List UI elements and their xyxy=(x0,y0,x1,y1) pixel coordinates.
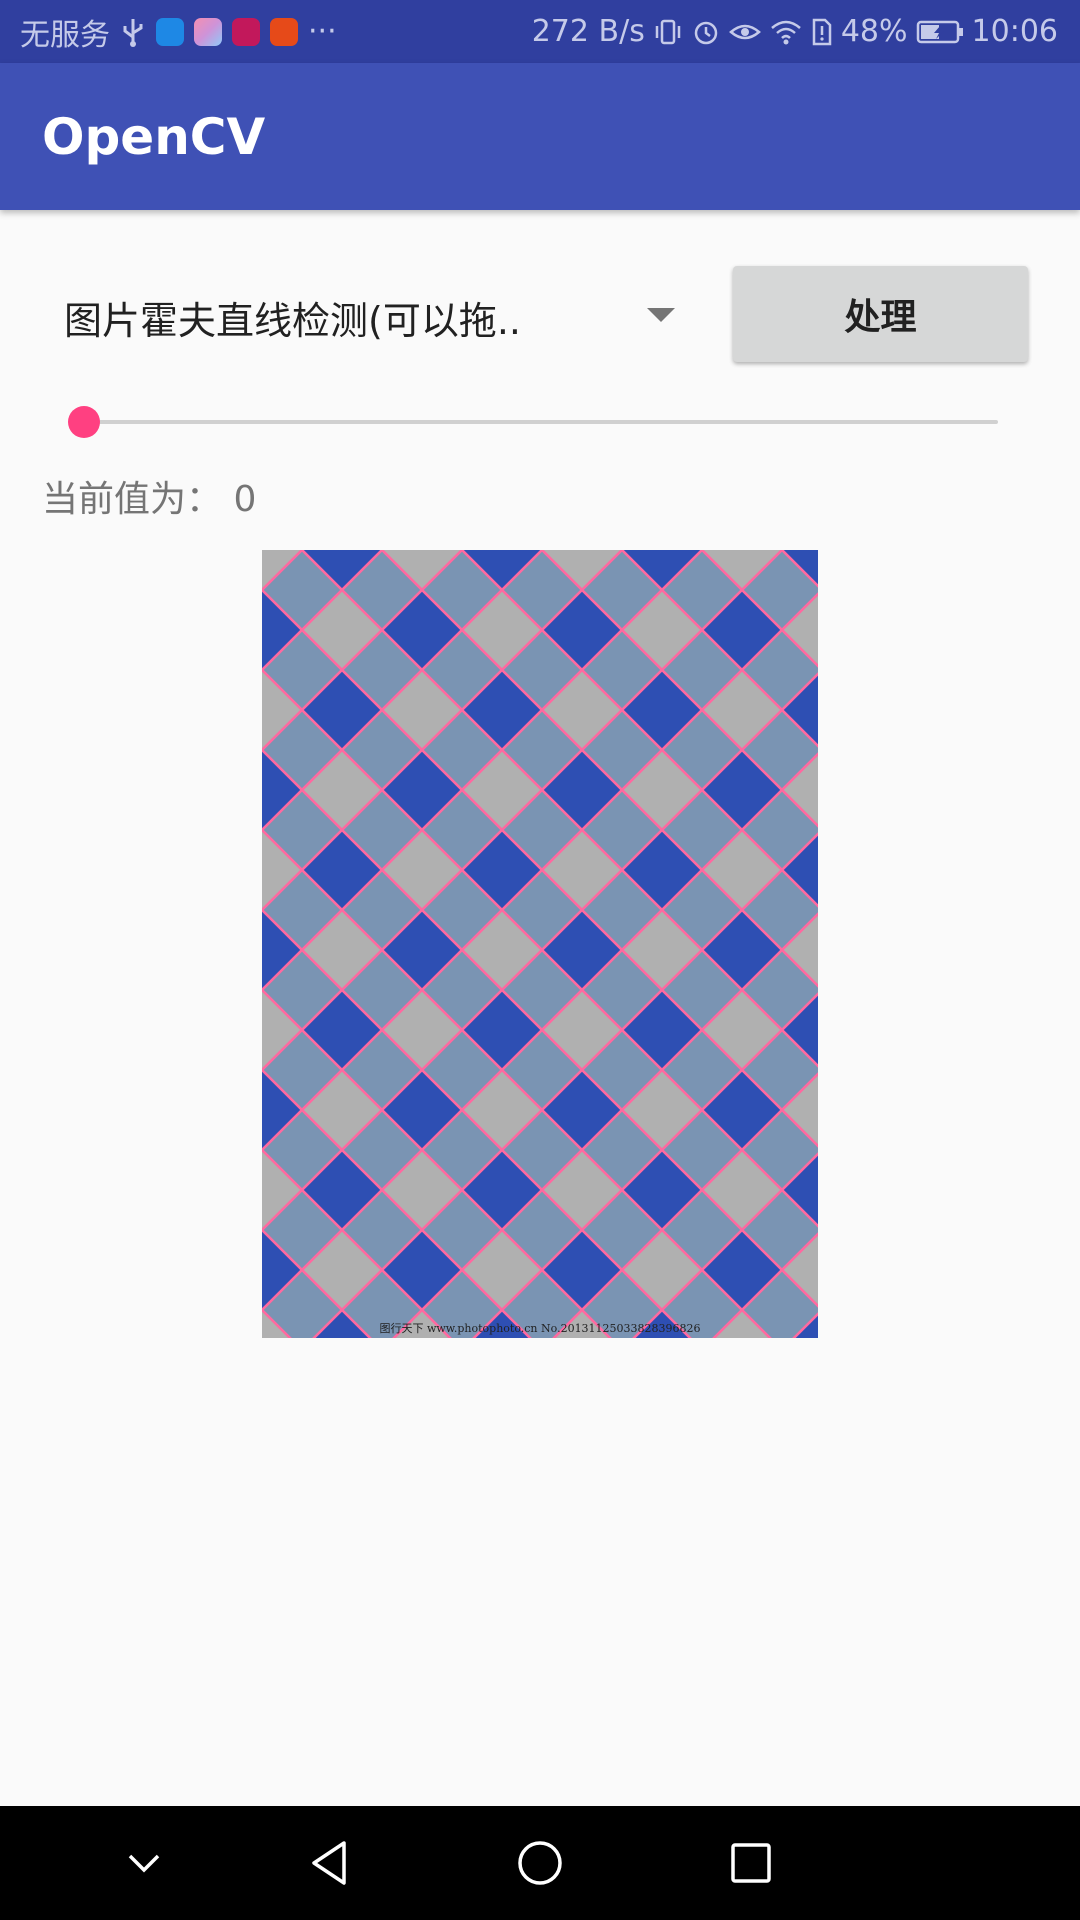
status-left: 无服务 ··· xyxy=(0,0,337,63)
nav-home-button[interactable] xyxy=(480,1806,600,1920)
nav-collapse-button[interactable] xyxy=(84,1806,204,1920)
process-button[interactable]: 处理 xyxy=(733,266,1028,362)
back-triangle-icon xyxy=(312,1841,346,1885)
carrier-text: 无服务 xyxy=(20,17,110,53)
battery-charging-icon xyxy=(916,18,964,46)
more-notifications-icon: ··· xyxy=(308,14,337,49)
nav-back-button[interactable] xyxy=(269,1806,389,1920)
chevron-down-icon xyxy=(128,1854,160,1873)
video-app-icon xyxy=(270,17,298,46)
battery-percent-text: 48% xyxy=(840,14,908,49)
vibrate-icon xyxy=(653,17,683,47)
status-right: 272 B/s 48% 10:06 xyxy=(532,0,1080,63)
image-watermark: 图行天下 www.photophoto.cn No.20131125033828… xyxy=(379,1322,701,1335)
clock-text: 10:06 xyxy=(971,14,1058,49)
net-speed-text: 272 B/s xyxy=(531,14,645,49)
screen: 无服务 ··· 272 B/s 48% 10:06 OpenCV 图片霍夫直线检… xyxy=(0,0,1080,1920)
navigation-bar xyxy=(0,1806,1080,1920)
recents-square-icon xyxy=(731,1843,771,1883)
app-bar: OpenCV xyxy=(0,63,1080,210)
hough-lines-image xyxy=(262,550,818,1338)
seekbar-track xyxy=(84,420,998,424)
sim-alert-icon xyxy=(811,17,833,47)
huawei-app-icon xyxy=(232,17,260,46)
current-value-label: 当前值为： 0 xyxy=(42,479,257,520)
alarm-icon xyxy=(691,17,721,47)
status-bar: 无服务 ··· 272 B/s 48% 10:06 xyxy=(0,0,1080,63)
seekbar-thumb[interactable] xyxy=(68,406,100,438)
mode-spinner[interactable]: 图片霍夫直线检测(可以拖.. xyxy=(42,270,682,364)
threshold-seekbar[interactable] xyxy=(68,400,998,444)
usb-icon xyxy=(120,17,146,47)
nav-recents-button[interactable] xyxy=(691,1806,811,1920)
browser-app-icon xyxy=(156,17,184,46)
home-circle-icon xyxy=(518,1841,562,1885)
app-title: OpenCV xyxy=(42,107,266,166)
eye-comfort-icon xyxy=(728,17,761,47)
gallery-app-icon xyxy=(194,17,222,46)
spinner-selected-text: 图片霍夫直线检测(可以拖.. xyxy=(64,298,521,343)
wifi-icon xyxy=(769,17,803,47)
result-image: 图行天下 www.photophoto.cn No.20131125033828… xyxy=(262,550,818,1338)
dropdown-arrow-icon xyxy=(647,308,675,322)
